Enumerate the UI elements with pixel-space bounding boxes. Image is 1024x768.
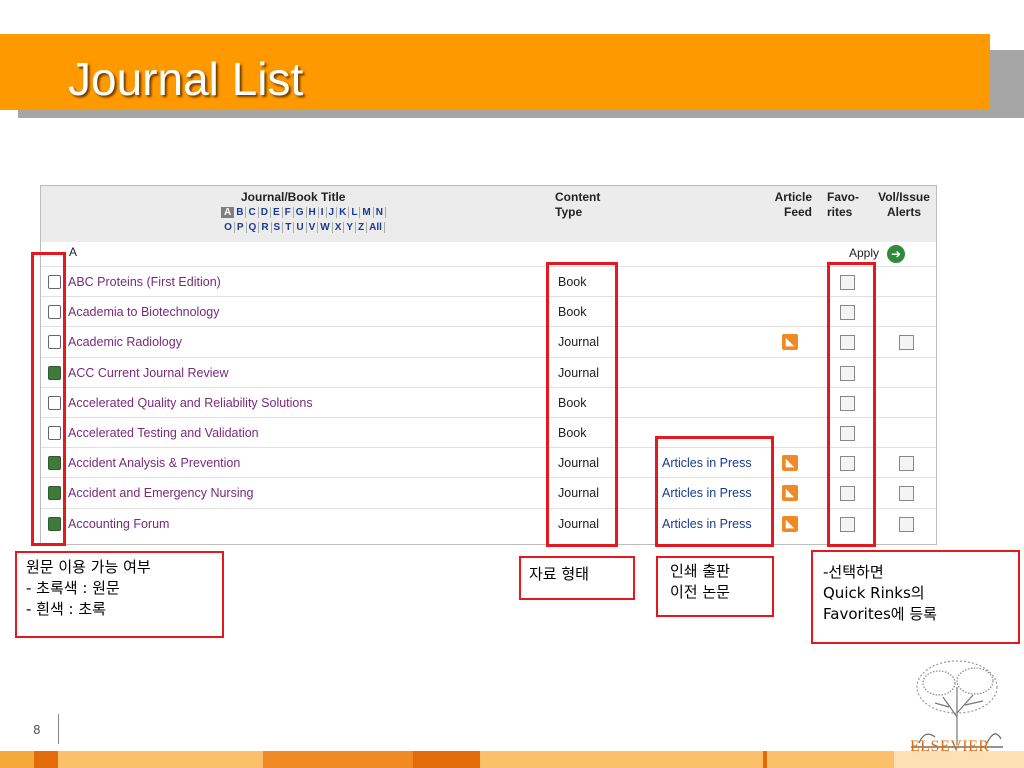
apply-label[interactable]: Apply: [849, 246, 879, 260]
table-row: Accident Analysis & Prevention Journal Art…: [41, 447, 936, 478]
bottom-stripe-8: [767, 751, 894, 768]
highlight-favorites-column: [827, 262, 876, 547]
table-row: Accounting Forum Journal Articles in Press…: [41, 507, 936, 539]
bottom-stripe-6: [480, 751, 763, 768]
table-row: Accelerated Testing and Validation Book: [41, 417, 936, 448]
table-row: Accident and Emergency Nursing Journal Art…: [41, 477, 936, 508]
letter-filter-v[interactable]: V: [306, 222, 319, 233]
header-feed-line1: Article: [774, 190, 812, 204]
highlight-availability-column: [31, 252, 66, 546]
letter-filter-a[interactable]: A: [221, 207, 235, 218]
letter-filter-j[interactable]: J: [326, 207, 338, 218]
letter-filter-l[interactable]: L: [349, 207, 361, 218]
alphabet-row-1: ABCDEFGHIJKLMN: [171, 205, 436, 220]
letter-filter-x[interactable]: X: [332, 222, 345, 233]
header-fav-line2: rites: [827, 205, 853, 219]
header-alerts-line2: Alerts: [886, 205, 921, 219]
table-row: Accelerated Quality and Reliability Solu…: [41, 386, 936, 418]
journal-title-link[interactable]: Academia to Biotechnology: [68, 305, 219, 319]
letter-filter-k[interactable]: K: [337, 207, 350, 218]
footer-divider: [58, 714, 59, 744]
letter-filter-y[interactable]: Y: [344, 222, 357, 233]
letter-filter-m[interactable]: M: [360, 207, 374, 218]
header-content-line1: Content: [555, 190, 601, 204]
alphabet-row-2: O P Q R S T U V W X Y Z All: [171, 220, 436, 235]
table-row: ABC Proteins (First Edition) Book: [41, 266, 936, 297]
letter-filter-w[interactable]: W: [318, 222, 333, 233]
slide-title: Journal List: [68, 53, 304, 105]
letter-filter-q[interactable]: Q: [246, 222, 260, 233]
journal-title-link[interactable]: Accelerated Quality and Reliability Solu…: [68, 396, 313, 410]
alert-checkbox[interactable]: [899, 456, 914, 472]
journal-title-link[interactable]: Academic Radiology: [68, 335, 182, 349]
rss-feed-icon[interactable]: ◣: [782, 455, 798, 472]
note-in-press: 인쇄 출판 이전 논문: [656, 556, 774, 617]
letter-filter-d[interactable]: D: [258, 207, 271, 218]
journal-title-link[interactable]: Accident and Emergency Nursing: [68, 486, 254, 500]
bottom-stripe-4: [263, 751, 413, 768]
letter-filter-all[interactable]: All: [367, 222, 385, 233]
section-letter: A: [69, 245, 78, 259]
letter-filter-e[interactable]: E: [270, 207, 283, 218]
table-row: ACC Current Journal Review Journal: [41, 356, 936, 388]
page-number: 8: [33, 723, 41, 737]
header-feed-line2: Feed: [783, 205, 812, 219]
rss-feed-icon[interactable]: ◣: [782, 515, 798, 532]
highlight-articles-in-press: [655, 436, 774, 547]
header-fav-line1: Favo-: [827, 190, 860, 204]
letter-filter-r[interactable]: R: [259, 222, 272, 233]
letter-filter-u[interactable]: U: [294, 222, 307, 233]
bottom-stripe-9: [894, 751, 1024, 768]
letter-filter-n[interactable]: N: [373, 207, 386, 218]
rss-feed-icon[interactable]: ◣: [782, 334, 798, 351]
highlight-content-type-column: [546, 262, 618, 547]
header-content-line2: Type: [555, 205, 583, 219]
journal-title-link[interactable]: ACC Current Journal Review: [68, 366, 228, 380]
header-favorites: Favo- rites: [827, 190, 859, 220]
letter-filter-z[interactable]: Z: [356, 222, 368, 233]
alert-checkbox[interactable]: [899, 516, 914, 532]
table-row: Academic Radiology Journal ◣: [41, 326, 936, 357]
header-vol-issue-alerts: Vol/Issue Alerts: [873, 190, 935, 220]
journal-title-link[interactable]: Accident Analysis & Prevention: [68, 456, 240, 470]
alphabet-filter: ABCDEFGHIJKLMN O P Q R S T U V W X Y Z All: [171, 205, 436, 235]
journal-title-link[interactable]: Accounting Forum: [68, 517, 169, 531]
letter-filter-t[interactable]: T: [283, 222, 295, 233]
table-row: Academia to Biotechnology Book: [41, 296, 936, 327]
note-content-type: 자료 형태: [519, 556, 635, 600]
header-alerts-line1: Vol/Issue: [878, 190, 930, 204]
letter-filter-o[interactable]: O: [222, 222, 235, 233]
bottom-stripe-1: [0, 751, 34, 768]
letter-filter-b[interactable]: B: [234, 207, 247, 218]
header-title: Journal/Book Title: [241, 190, 346, 204]
journal-list-screenshot: Journal/Book Title ABCDEFGHIJKLMN OPQRST…: [40, 185, 937, 545]
header-article-feed: Article Feed: [768, 190, 812, 220]
bottom-stripe-5: [413, 751, 480, 768]
bottom-stripe-2: [34, 751, 58, 768]
header-content-type: Content Type: [555, 190, 600, 220]
letter-filter-f[interactable]: F: [282, 207, 294, 218]
letter-filter-h[interactable]: H: [306, 207, 319, 218]
letter-filter-s[interactable]: S: [271, 222, 284, 233]
alert-checkbox[interactable]: [899, 486, 914, 502]
letter-filter-p[interactable]: P: [234, 222, 247, 233]
bottom-stripe-3: [58, 751, 263, 768]
journal-title-link[interactable]: Accelerated Testing and Validation: [68, 426, 259, 440]
alert-checkbox[interactable]: [899, 335, 914, 351]
letter-filter-c[interactable]: C: [246, 207, 259, 218]
arrow-right-circle-icon[interactable]: ➜: [887, 245, 905, 263]
letter-filter-i[interactable]: I: [318, 207, 327, 218]
journal-title-link[interactable]: ABC Proteins (First Edition): [68, 275, 221, 289]
rss-feed-icon[interactable]: ◣: [782, 485, 798, 502]
letter-filter-g[interactable]: G: [293, 207, 307, 218]
note-availability: 원문 이용 가능 여부 - 초록색 : 원문 - 흰색 : 초록: [15, 551, 224, 638]
note-favorites: -선택하면 Quick Rinks의 Favorites에 등록: [811, 550, 1020, 644]
